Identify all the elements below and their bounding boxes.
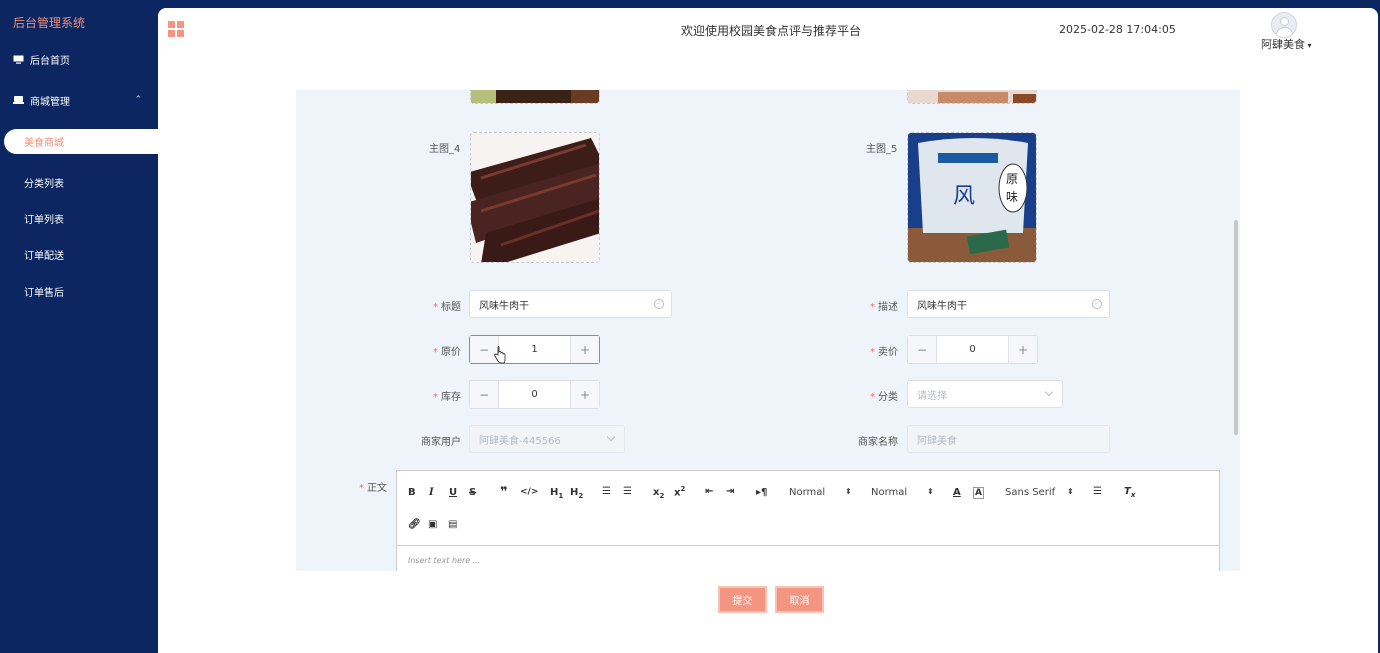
clear-format-icon[interactable]: Tx — [1124, 486, 1135, 499]
indent-icon[interactable]: ⇥ — [726, 486, 734, 497]
product-form: 主图_4 主图_5 原 味 风 * 标题 风味牛肉干 ✓ * 描述 风味牛肉干 … — [296, 90, 1240, 571]
monitor-icon — [13, 55, 24, 64]
original-price-value[interactable]: 1 — [499, 336, 570, 363]
title-label: * 标题 — [433, 302, 461, 313]
content-label: * 正文 — [359, 483, 387, 494]
scrollbar[interactable] — [1234, 220, 1238, 435]
decrement-button[interactable]: − — [470, 381, 499, 408]
header-select[interactable]: Normal ⬍ — [789, 487, 852, 498]
chevron-down-icon — [606, 432, 616, 442]
sale-price-stepper[interactable]: − 0 + — [907, 335, 1038, 364]
sidebar-item-home[interactable]: 后台首页 — [0, 41, 158, 77]
sale-price-label: * 卖价 — [870, 347, 898, 358]
bold-icon[interactable]: B — [408, 487, 416, 498]
decrement-button[interactable]: − — [908, 336, 937, 363]
subscript-icon[interactable]: x2 — [653, 487, 664, 500]
caret-down-icon: ▾ — [1305, 41, 1312, 50]
video-icon[interactable]: ▤ — [448, 519, 457, 530]
increment-button[interactable]: + — [570, 381, 599, 408]
underline-icon[interactable]: U — [449, 487, 457, 498]
strike-icon[interactable]: S — [469, 487, 476, 498]
user-menu[interactable]: 阿肆美食 ▾ — [1261, 36, 1312, 52]
image5-label: 主图_5 — [866, 144, 898, 155]
main-content: 欢迎使用校园美食点评与推荐平台 2025-02-28 17:04:05 阿肆美食… — [158, 8, 1378, 653]
stock-value[interactable]: 0 — [499, 381, 570, 408]
merchant-name-input: 阿肆美食 — [907, 425, 1110, 453]
svg-text:原: 原 — [1006, 172, 1018, 186]
heading1-icon[interactable]: H1 — [550, 487, 563, 500]
editor-placeholder: Insert text here ... — [408, 556, 481, 565]
submit-button[interactable]: 提交 — [718, 586, 767, 613]
app-title: 后台管理系统 — [13, 16, 86, 30]
align-icon[interactable]: ☰ — [1093, 486, 1102, 497]
username: 阿肆美食 — [1261, 38, 1305, 51]
image4-label: 主图_4 — [429, 144, 461, 155]
sidebar-item-food-mall[interactable]: 美食商城 — [4, 129, 158, 154]
background-color-icon[interactable]: A — [973, 487, 984, 499]
sidebar-item-order-delivery[interactable]: 订单配送 — [0, 236, 158, 272]
sale-price-value[interactable]: 0 — [937, 336, 1008, 363]
check-circle-icon: ✓ — [1092, 299, 1102, 309]
outdent-icon[interactable]: ⇤ — [705, 486, 713, 497]
link-icon[interactable]: 🔗︎ — [408, 519, 421, 530]
sidebar-item-order-list[interactable]: 订单列表 — [0, 200, 158, 236]
original-price-stepper[interactable]: − 1 + — [469, 335, 600, 364]
image-2-preview[interactable] — [907, 90, 1037, 104]
sidebar-item-category-list[interactable]: 分类列表 — [0, 164, 158, 200]
font-select[interactable]: Sans Serif ⬍ — [1005, 487, 1075, 498]
check-circle-icon: ✓ — [654, 299, 664, 309]
blockquote-icon[interactable]: ❞ — [500, 485, 508, 500]
sidebar-item-label: 商城管理 — [30, 96, 70, 108]
avatar[interactable] — [1271, 12, 1297, 38]
menu-toggle-icon[interactable] — [168, 21, 184, 37]
svg-text:味: 味 — [1006, 190, 1018, 204]
sidebar-item-after-sales[interactable]: 订单售后 — [0, 273, 158, 309]
category-select[interactable]: 请选择 — [907, 380, 1063, 408]
svg-text:风: 风 — [953, 184, 975, 209]
cancel-button[interactable]: 取消 — [775, 586, 824, 613]
image-3-preview[interactable] — [470, 90, 600, 104]
original-price-label: * 原价 — [433, 347, 461, 358]
image-4-preview[interactable] — [470, 132, 600, 263]
italic-icon[interactable]: I — [429, 487, 434, 498]
size-select[interactable]: Normal ⬍ — [871, 487, 934, 498]
bullet-list-icon[interactable]: ☰ — [623, 486, 632, 497]
increment-button[interactable]: + — [570, 336, 599, 363]
image-5-preview[interactable]: 原 味 风 — [907, 132, 1037, 263]
merchant-name-label: 商家名称 — [858, 437, 898, 448]
font-color-icon[interactable]: A — [953, 487, 961, 498]
editor-toolbar: B I U S ❞ </> H1 H2 ☰ ☰ x2 x2 ⇤ ⇥ ▸¶ Nor… — [397, 471, 1219, 546]
description-input[interactable]: 风味牛肉干 ✓ — [907, 290, 1110, 318]
superscript-icon[interactable]: x2 — [674, 485, 685, 498]
category-label: * 分类 — [870, 392, 898, 403]
code-icon[interactable]: </> — [520, 487, 538, 497]
ordered-list-icon[interactable]: ☰ — [602, 486, 611, 497]
hand-cursor-icon — [494, 346, 506, 364]
rich-text-editor[interactable]: B I U S ❞ </> H1 H2 ☰ ☰ x2 x2 ⇤ ⇥ ▸¶ Nor… — [396, 470, 1220, 571]
stock-stepper[interactable]: − 0 + — [469, 380, 600, 409]
title-input[interactable]: 风味牛肉干 ✓ — [469, 290, 672, 318]
image-icon[interactable]: ▣ — [428, 519, 437, 530]
sidebar-item-label: 后台首页 — [30, 55, 70, 67]
heading2-icon[interactable]: H2 — [570, 487, 583, 500]
stock-label: * 库存 — [433, 392, 461, 403]
chevron-down-icon — [1044, 387, 1054, 397]
description-label: * 描述 — [870, 302, 898, 313]
datetime: 2025-02-28 17:04:05 — [1059, 23, 1176, 36]
shop-icon — [13, 95, 24, 105]
merchant-user-label: 商家用户 — [421, 437, 461, 448]
sidebar: 后台管理系统 后台首页 商城管理 ⌃ 美食商城 分类列表 订单列表 订单配送 订… — [0, 0, 158, 653]
increment-button[interactable]: + — [1008, 336, 1037, 363]
text-direction-icon[interactable]: ▸¶ — [756, 487, 767, 498]
welcome-text: 欢迎使用校园美食点评与推荐平台 — [681, 24, 862, 38]
merchant-user-select: 阿肆美食-445566 — [469, 425, 625, 453]
